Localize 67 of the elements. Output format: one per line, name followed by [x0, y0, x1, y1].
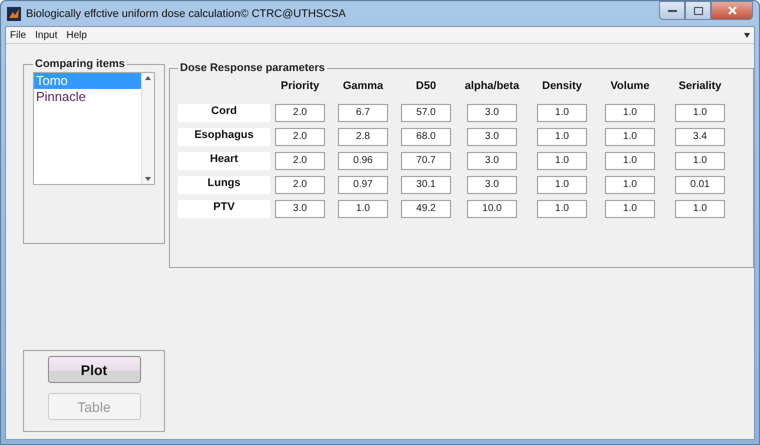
- input-field[interactable]: 1.0: [605, 176, 655, 194]
- close-icon: [728, 6, 736, 15]
- menu-item[interactable]: Help: [66, 30, 87, 40]
- input-field[interactable]: 68.0: [401, 128, 451, 146]
- input-field[interactable]: 10.0: [467, 200, 517, 218]
- input-field[interactable]: 3.0: [467, 128, 517, 146]
- input-field[interactable]: 2.0: [275, 128, 325, 146]
- input-field[interactable]: 1.0: [537, 176, 587, 194]
- row-label: Heart: [178, 152, 270, 170]
- scroll-up-icon[interactable]: [145, 76, 151, 80]
- input-field[interactable]: 0.01: [675, 176, 725, 194]
- input-field[interactable]: 1.0: [338, 200, 388, 218]
- input-field[interactable]: 3.0: [467, 152, 517, 170]
- action-button[interactable]: Plot: [48, 356, 140, 383]
- row-label: Esophagus: [178, 128, 270, 146]
- items-list[interactable]: Tomo Pinnacle: [33, 72, 155, 185]
- menu-item[interactable]: File: [10, 30, 26, 40]
- minimize-icon: [668, 9, 676, 12]
- input-field[interactable]: 2.0: [275, 104, 325, 122]
- minimize-button[interactable]: [659, 1, 685, 20]
- row-label: Lungs: [178, 176, 270, 194]
- input-field[interactable]: 1.0: [537, 200, 587, 218]
- input-field[interactable]: 1.0: [605, 152, 655, 170]
- input-field[interactable]: 1.0: [675, 200, 725, 218]
- panel-title: Comparing items: [34, 58, 126, 70]
- input-field[interactable]: 2.0: [275, 152, 325, 170]
- input-field[interactable]: 30.1: [401, 176, 451, 194]
- column-header: Volume: [610, 79, 650, 94]
- maximize-button[interactable]: [685, 1, 711, 20]
- caret-icon[interactable]: [744, 32, 750, 38]
- input-field[interactable]: 0.97: [338, 176, 388, 194]
- input-field[interactable]: 1.0: [537, 128, 587, 146]
- column-header: Density: [541, 79, 583, 94]
- input-field[interactable]: 3.0: [467, 104, 517, 122]
- row-label: Cord: [178, 104, 270, 122]
- input-field[interactable]: 2.8: [338, 128, 388, 146]
- input-field[interactable]: 1.0: [605, 128, 655, 146]
- close-button[interactable]: [711, 1, 753, 20]
- input-field[interactable]: 3.0: [467, 176, 517, 194]
- column-header: D50: [414, 79, 438, 94]
- input-field[interactable]: 3.0: [275, 200, 325, 218]
- input-field[interactable]: 0.96: [338, 152, 388, 170]
- row-label: PTV: [178, 200, 270, 218]
- input-field[interactable]: 1.0: [675, 152, 725, 170]
- scrollbar[interactable]: [141, 73, 154, 184]
- input-field[interactable]: 49.2: [401, 200, 451, 218]
- maximize-icon: [694, 6, 702, 14]
- scroll-down-icon[interactable]: [145, 177, 151, 181]
- input-field[interactable]: 1.0: [605, 200, 655, 218]
- input-field[interactable]: 1.0: [675, 104, 725, 122]
- input-field[interactable]: 70.7: [401, 152, 451, 170]
- panel-title: Dose Response parameters: [179, 62, 326, 74]
- column-header: Gamma: [342, 79, 384, 94]
- menu-item[interactable]: Input: [35, 30, 58, 40]
- list-item[interactable]: Pinnacle: [34, 89, 141, 105]
- input-field[interactable]: 1.0: [605, 104, 655, 122]
- input-field[interactable]: 6.7: [338, 104, 388, 122]
- input-field[interactable]: 2.0: [275, 176, 325, 194]
- input-field[interactable]: 1.0: [537, 152, 587, 170]
- column-header: Priority: [280, 79, 320, 94]
- input-field[interactable]: 1.0: [537, 104, 587, 122]
- input-field[interactable]: 57.0: [401, 104, 451, 122]
- window-title: Biologically effctive uniform dose calculation© CTRC@UTHSCSA: [26, 8, 346, 20]
- app-icon: [7, 6, 21, 20]
- column-header: Seriality: [678, 79, 722, 94]
- column-header: alpha/beta: [464, 79, 520, 94]
- input-field[interactable]: 3.4: [675, 128, 725, 146]
